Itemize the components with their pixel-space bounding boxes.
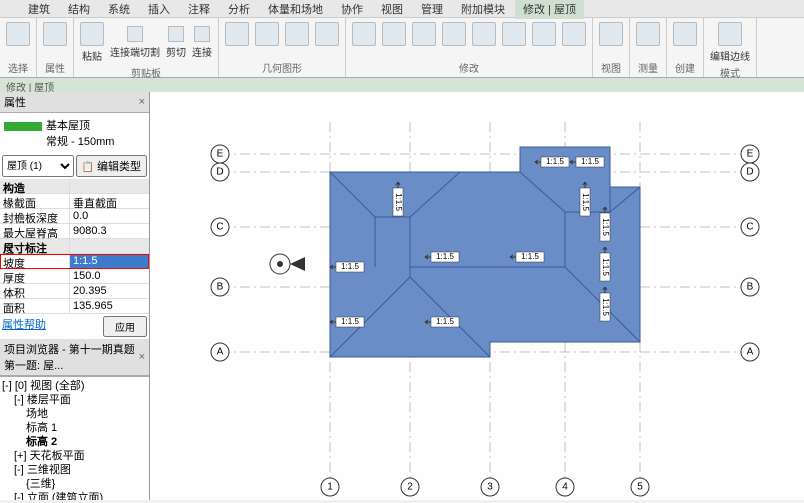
svg-text:A: A <box>747 347 754 358</box>
ribbon-m8[interactable] <box>560 20 588 48</box>
tab-4[interactable]: 注释 <box>180 0 218 19</box>
ribbon-props[interactable] <box>41 20 69 48</box>
svg-text:C: C <box>216 222 223 233</box>
svg-text:D: D <box>216 167 223 178</box>
svg-text:A: A <box>217 347 224 358</box>
tab-10[interactable]: 附加模块 <box>453 0 513 19</box>
properties-title: 属性 <box>4 94 26 110</box>
svg-text:1:1.5: 1:1.5 <box>341 262 359 271</box>
prop-面积[interactable]: 面积135.965 <box>0 299 149 314</box>
properties-help-link[interactable]: 属性帮助 <box>2 316 46 337</box>
svg-text:1:1.5: 1:1.5 <box>581 157 599 166</box>
tree-item[interactable]: [-] [0] 视图 (全部) <box>2 379 147 393</box>
prop-厚度[interactable]: 厚度150.0 <box>0 269 149 284</box>
svg-text:1:1.5: 1:1.5 <box>436 252 454 261</box>
ribbon-tabs: 建筑结构系统插入注释分析体量和场地协作视图管理附加模块修改 | 屋顶 <box>0 0 804 18</box>
tree-item[interactable]: [-] 三维视图 <box>2 463 147 477</box>
ribbon-m1[interactable] <box>350 20 378 48</box>
tab-11[interactable]: 修改 | 屋顶 <box>515 0 584 19</box>
tree-item[interactable]: 场地 <box>2 407 147 421</box>
tab-5[interactable]: 分析 <box>220 0 258 19</box>
svg-text:5: 5 <box>637 482 643 493</box>
tab-9[interactable]: 管理 <box>413 0 451 19</box>
ribbon-m3[interactable] <box>410 20 438 48</box>
svg-text:E: E <box>747 149 754 160</box>
left-panel: 属性 × 基本屋顶 常规 - 150mm 屋顶 (1) 📋 编辑类型 构造椽截面… <box>0 92 150 500</box>
ribbon-编辑边线[interactable]: 编辑边线 <box>708 20 752 65</box>
properties-grid: 构造椽截面垂直截面封檐板深度0.0最大屋脊高度9080.3尺寸标注坡度1:1.5… <box>0 179 149 314</box>
tree-item[interactable]: [-] 立面 (建筑立面) <box>2 491 147 500</box>
ribbon-m5[interactable] <box>470 20 498 48</box>
ribbon-连接[interactable]: 连接 <box>190 24 214 61</box>
ribbon-cursor[interactable] <box>4 20 32 48</box>
ribbon-连接端切割[interactable]: 连接端切割 <box>108 24 162 61</box>
ribbon-m2[interactable] <box>380 20 408 48</box>
ribbon-g2[interactable] <box>253 20 281 48</box>
tab-3[interactable]: 插入 <box>140 0 178 19</box>
svg-text:1:1.5: 1:1.5 <box>521 252 539 261</box>
svg-text:1:1.5: 1:1.5 <box>601 218 610 236</box>
ribbon-m4[interactable] <box>440 20 468 48</box>
tab-2[interactable]: 系统 <box>100 0 138 19</box>
tree-item[interactable]: [-] 楼层平面 <box>2 393 147 407</box>
edit-type-button[interactable]: 📋 编辑类型 <box>76 155 147 177</box>
modify-context-bar: 修改 | 屋顶 <box>0 78 804 92</box>
svg-text:1:1.5: 1:1.5 <box>581 193 590 211</box>
svg-text:D: D <box>746 167 753 178</box>
tab-8[interactable]: 视图 <box>373 0 411 19</box>
svg-text:4: 4 <box>562 482 568 493</box>
prop-最大屋脊高度[interactable]: 最大屋脊高度9080.3 <box>0 224 149 239</box>
prop-椽截面[interactable]: 椽截面垂直截面 <box>0 194 149 209</box>
tab-0[interactable]: 建筑 <box>20 0 58 19</box>
ribbon-剪切[interactable]: 剪切 <box>164 24 188 61</box>
svg-text:B: B <box>217 282 224 293</box>
svg-text:1:1.5: 1:1.5 <box>341 317 359 326</box>
browser-title: 项目浏览器 - 第十一期真题第一题: 屋... <box>4 341 139 373</box>
svg-text:1:1.5: 1:1.5 <box>601 258 610 276</box>
tab-6[interactable]: 体量和场地 <box>260 0 331 19</box>
ribbon-v1[interactable] <box>597 20 625 48</box>
ribbon: 选择属性粘贴连接端切割剪切连接剪贴板几何图形修改视图测量创建编辑边线模式 <box>0 18 804 78</box>
svg-text:1:1.5: 1:1.5 <box>394 193 403 211</box>
svg-text:1:1.5: 1:1.5 <box>546 157 564 166</box>
prop-坡度[interactable]: 坡度1:1.5 <box>0 254 149 269</box>
view-eye-icon <box>270 254 305 274</box>
project-browser[interactable]: [-] [0] 视图 (全部)[-] 楼层平面场地标高 1标高 2[+] 天花板… <box>0 376 149 500</box>
ribbon-g1[interactable] <box>223 20 251 48</box>
ribbon-粘贴[interactable]: 粘贴 <box>78 20 106 65</box>
tree-item[interactable]: {三维} <box>2 477 147 491</box>
type-selector[interactable]: 屋顶 (1) <box>2 155 74 177</box>
svg-text:1:1.5: 1:1.5 <box>601 298 610 316</box>
preview-thumbnail <box>4 122 42 144</box>
svg-text:1:1.5: 1:1.5 <box>436 317 454 326</box>
roof-footprint[interactable] <box>330 147 640 357</box>
prop-体积[interactable]: 体积20.395 <box>0 284 149 299</box>
svg-text:B: B <box>747 282 754 293</box>
type-preview[interactable]: 基本屋顶 常规 - 150mm <box>0 113 149 153</box>
tree-item[interactable]: 标高 1 <box>2 421 147 435</box>
prop-封檐板深度[interactable]: 封檐板深度0.0 <box>0 209 149 224</box>
close-icon[interactable]: × <box>139 351 145 363</box>
properties-header: 属性 × <box>0 92 149 113</box>
ribbon-m7[interactable] <box>530 20 558 48</box>
svg-text:3: 3 <box>487 482 493 493</box>
apply-button[interactable]: 应用 <box>103 316 147 337</box>
svg-text:C: C <box>746 222 753 233</box>
tree-item[interactable]: [+] 天花板平面 <box>2 449 147 463</box>
tab-7[interactable]: 协作 <box>333 0 371 19</box>
svg-text:E: E <box>217 149 224 160</box>
svg-text:2: 2 <box>407 482 413 493</box>
ribbon-g4[interactable] <box>313 20 341 48</box>
ribbon-c1[interactable] <box>671 20 699 48</box>
ribbon-me1[interactable] <box>634 20 662 48</box>
ribbon-g3[interactable] <box>283 20 311 48</box>
ribbon-m6[interactable] <box>500 20 528 48</box>
close-icon[interactable]: × <box>139 96 145 108</box>
tree-item[interactable]: 标高 2 <box>2 435 147 449</box>
browser-header: 项目浏览器 - 第十一期真题第一题: 屋... × <box>0 339 149 376</box>
svg-text:1: 1 <box>327 482 333 493</box>
drawing-canvas[interactable]: EEDDCCBBAA 12345 1:1.51:1.51:1.51:1.51:1… <box>150 92 804 500</box>
preview-text: 基本屋顶 常规 - 150mm <box>46 117 114 149</box>
tab-1[interactable]: 结构 <box>60 0 98 19</box>
